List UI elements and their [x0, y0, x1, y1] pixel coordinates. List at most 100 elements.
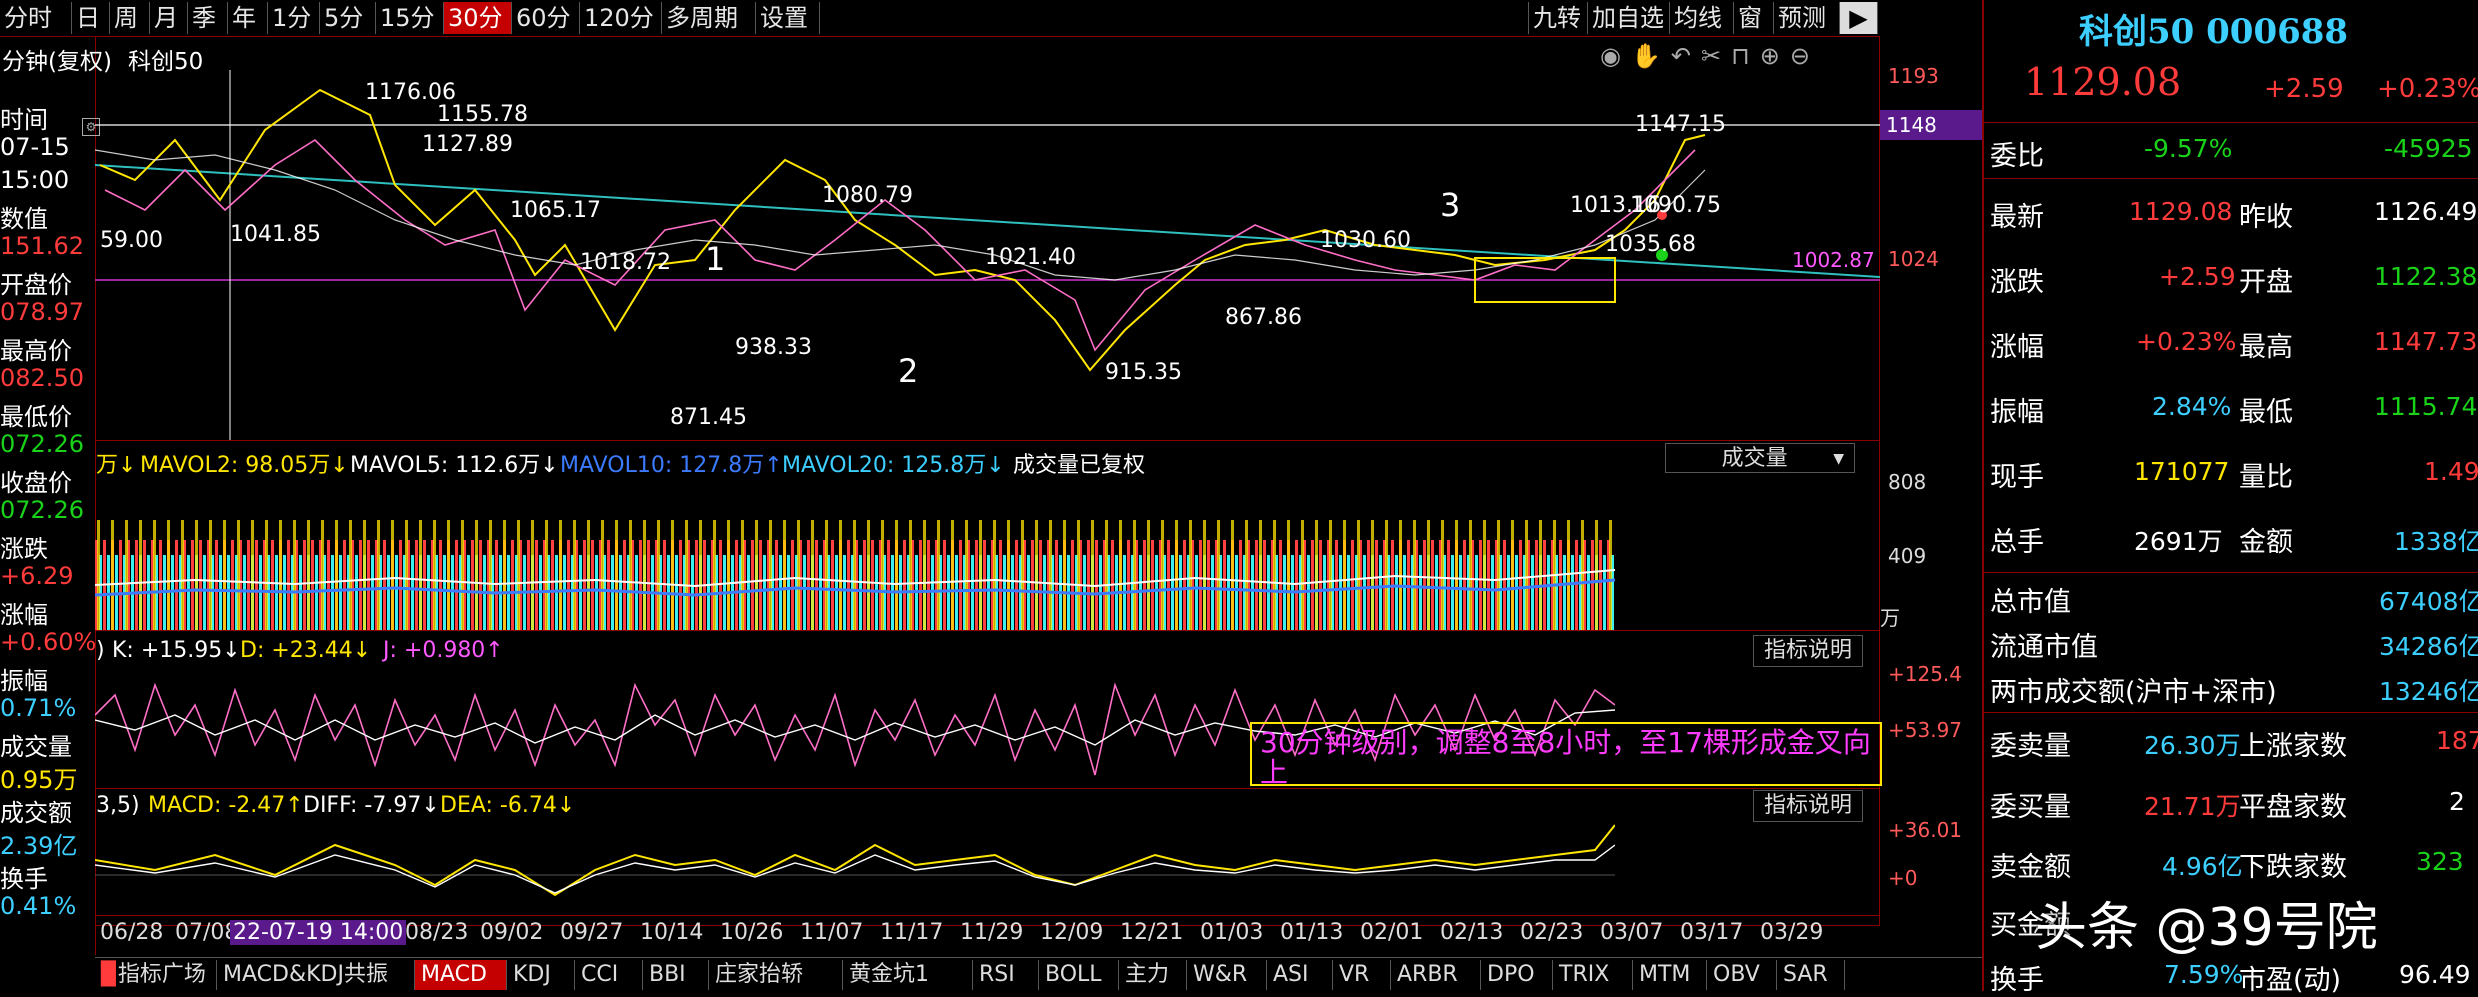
add-watchlist-button[interactable]: 加自选 [1588, 2, 1670, 34]
tab-cci[interactable]: CCI [575, 960, 643, 990]
tab-bbi[interactable]: BBI [643, 960, 709, 990]
tab-15min[interactable]: 15分 [376, 2, 444, 34]
tab-60min[interactable]: 60分 [512, 2, 580, 34]
tab-wr[interactable]: W&R [1187, 960, 1267, 990]
eye-icon[interactable]: ◉ [1600, 42, 1631, 70]
info-label-turnover: 换手 [0, 865, 48, 893]
tab-120min[interactable]: 120分 [580, 2, 662, 34]
tab-rsi[interactable]: RSI [973, 960, 1039, 990]
date-axis: 06/28 07/08 22-07-19 14:00 08/23 09/02 0… [95, 920, 1880, 954]
tab-boll[interactable]: BOLL [1039, 960, 1119, 990]
price-zigzag-line [99, 88, 1706, 372]
value-up-count: 187 [2436, 726, 2478, 755]
value-current-hand: 171077 [2134, 457, 2230, 486]
annotation-p11: 1030.60 [1320, 228, 1411, 253]
tab-month[interactable]: 月 [150, 2, 188, 34]
annotation-low: 871.45 [670, 405, 747, 430]
date-tick: 09/27 [560, 920, 624, 945]
value-amplitude: 2.84% [2152, 392, 2232, 421]
wave-label-1: 1 [705, 240, 726, 278]
kdj-annotation-text: 30分钟级别，调整8至8小时，至17棵形成金叉向上 [1260, 726, 1871, 786]
tab-macd[interactable]: MACD [415, 960, 507, 990]
date-tick: 07/08 [175, 920, 239, 945]
tab-macd-kdj[interactable]: MACD&KDJ共振 [217, 960, 415, 990]
label-current-hand: 现手 [1990, 462, 2044, 493]
info-label-change: 涨跌 [0, 535, 48, 563]
label-open: 开盘 [2239, 267, 2293, 298]
info-value-value: 151.62 [0, 232, 84, 260]
info-value-volume: 0.95万 [0, 766, 78, 794]
ma-button[interactable]: 均线 [1670, 2, 1734, 34]
tab-multi-period[interactable]: 多周期 [662, 2, 756, 34]
macd-diff-line [95, 844, 1615, 894]
forecast-button[interactable]: 预测 [1774, 2, 1840, 34]
tab-obv[interactable]: OBV [1707, 960, 1777, 990]
volume-axis-mid: 409 [1888, 544, 1927, 568]
window-button[interactable]: 窗 [1734, 2, 1774, 34]
value-high: 1147.73 [2374, 327, 2478, 356]
tab-arbr[interactable]: ARBR [1391, 960, 1481, 990]
nine-turn-button[interactable]: 九转 [1528, 2, 1588, 34]
macd-explain-button[interactable]: 指标说明 [1753, 790, 1864, 822]
volume-prefix: 万↓ [96, 453, 137, 478]
date-tick: 03/07 [1600, 920, 1664, 945]
tab-golden-pit[interactable]: 黄金坑1 [843, 960, 973, 990]
date-tick: 06/28 [100, 920, 164, 945]
annotation-p7: 1018.72 [580, 250, 671, 275]
tab-5min[interactable]: 5分 [320, 2, 376, 34]
value-flat-count: 2 [2449, 787, 2465, 816]
label-float-mcap: 流通市值 [1990, 632, 2098, 663]
collapse-panel-icon[interactable]: ▶ [1840, 2, 1878, 34]
zoom-out-icon[interactable]: ⊖ [1790, 42, 1820, 70]
divider [1984, 122, 2478, 123]
undo-icon[interactable]: ↶ [1671, 42, 1701, 70]
hand-icon[interactable]: ✋ [1631, 42, 1671, 70]
scissors-icon[interactable]: ✂ [1701, 42, 1731, 70]
tab-main-force[interactable]: 主力 [1119, 960, 1187, 990]
info-label-open: 开盘价 [0, 271, 72, 299]
volume-axis-unit: 万 [1880, 606, 1900, 630]
date-tick: 11/29 [960, 920, 1024, 945]
value-low: 1115.74 [2374, 392, 2478, 421]
mavol10-label: MAVOL10: 127.8万↑ [560, 453, 783, 478]
tab-vr[interactable]: VR [1333, 960, 1391, 990]
price-change-pct: +0.23% [2377, 74, 2478, 104]
tab-30min[interactable]: 30分 [444, 2, 512, 34]
label-volume-ratio: 量比 [2239, 462, 2293, 493]
info-label-close: 收盘价 [0, 469, 72, 497]
tab-day[interactable]: 日 [72, 2, 110, 34]
tab-1min[interactable]: 1分 [268, 2, 320, 34]
date-tick: 08/23 [405, 920, 469, 945]
tab-trix[interactable]: TRIX [1553, 960, 1633, 990]
divider [1984, 712, 2478, 713]
tab-sar[interactable]: SAR [1777, 960, 1845, 990]
info-value-amplitude: 0.71% [0, 694, 77, 722]
tab-kdj[interactable]: KDJ [507, 960, 575, 990]
date-tick: 12/09 [1040, 920, 1104, 945]
lock-icon[interactable]: ⊓ [1731, 42, 1760, 70]
tab-week[interactable]: 周 [110, 2, 150, 34]
info-label-volume: 成交量 [0, 733, 72, 761]
kdj-explain-button[interactable]: 指标说明 [1753, 635, 1864, 667]
tab-dpo[interactable]: DPO [1481, 960, 1553, 990]
tab-quarter[interactable]: 季 [188, 2, 228, 34]
annotation-p17: 59.00 [100, 228, 163, 253]
date-tick: 03/17 [1680, 920, 1744, 945]
tab-settings[interactable]: 设置 [756, 2, 820, 34]
date-tick: 02/13 [1440, 920, 1504, 945]
label-buy-vol: 委买量 [1990, 792, 2071, 823]
last-price: 1129.08 [2024, 60, 2182, 104]
indicator-tabs: ▉指标广场 MACD&KDJ共振 MACD KDJ CCI BBI 庄家抬轿 黄… [95, 957, 1982, 992]
tab-zhuangjia[interactable]: 庄家抬轿 [709, 960, 843, 990]
label-turnover: 换手 [1990, 965, 2044, 996]
tab-intraday[interactable]: 分时 [0, 2, 72, 34]
tab-indicator-square[interactable]: ▉指标广场 [95, 960, 217, 990]
zoom-in-icon[interactable]: ⊕ [1760, 42, 1790, 70]
label-flat-count: 平盘家数 [2239, 792, 2347, 823]
tab-year[interactable]: 年 [228, 2, 268, 34]
volume-indicator-select[interactable]: 成交量 ▼ [1665, 443, 1855, 473]
tab-asi[interactable]: ASI [1267, 960, 1333, 990]
quote-panel: 科创50 000688 1129.08 +2.59 +0.23% 委比 -9.5… [1982, 0, 2478, 996]
tab-mtm[interactable]: MTM [1633, 960, 1707, 990]
macd-axis-zero: +0 [1888, 866, 1918, 890]
